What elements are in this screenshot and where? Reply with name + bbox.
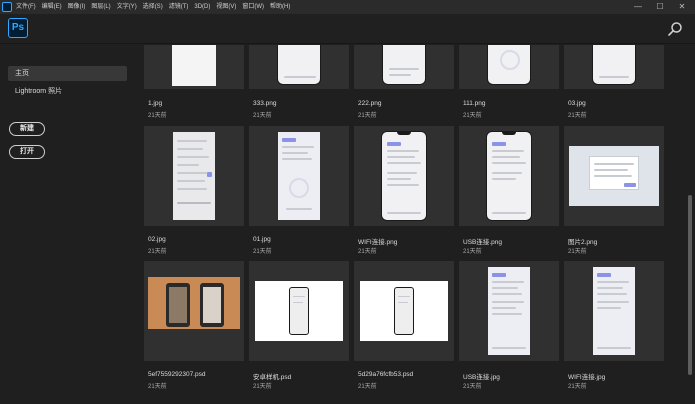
- file-name: USB连接.png: [463, 239, 503, 246]
- file-name: 01.jpg: [253, 236, 271, 243]
- search-icon: [668, 22, 682, 36]
- file-thumbnail: [249, 45, 349, 89]
- file-name: 1.jpg: [148, 100, 163, 107]
- photoshop-logo[interactable]: Ps: [8, 18, 28, 38]
- menu-bar: 文件(F) 编辑(E) 图像(I) 图层(L) 文字(Y) 选择(S) 滤镜(T…: [0, 0, 695, 14]
- file-name: 222.png: [358, 100, 382, 107]
- file-name: 02.jpg: [148, 236, 166, 243]
- maximize-button[interactable]: ☐: [649, 0, 671, 14]
- file-thumbnail: [354, 261, 454, 361]
- file-thumbnail: [459, 126, 559, 226]
- menu-file[interactable]: 文件(F): [16, 0, 36, 14]
- menu-help[interactable]: 帮助(H): [270, 0, 290, 14]
- file-name: 03.jpg: [568, 100, 586, 107]
- menu-view[interactable]: 视图(V): [216, 0, 236, 14]
- menu-layer[interactable]: 图层(L): [91, 0, 110, 14]
- file-name: WIFI连接.jpg: [568, 374, 606, 381]
- file-thumbnail: [354, 45, 454, 89]
- file-time: 21天前: [358, 384, 377, 390]
- search-button[interactable]: [667, 21, 683, 37]
- sidebar-item-lightroom[interactable]: Lightroom 照片: [8, 84, 127, 99]
- top-bar: Ps: [0, 14, 695, 44]
- file-thumbnail: [354, 126, 454, 226]
- file-name: USB连接.jpg: [463, 374, 500, 381]
- scrollbar-thumb[interactable]: [688, 195, 692, 375]
- menu-type[interactable]: 文字(Y): [117, 0, 137, 14]
- file-name: 111.png: [463, 100, 486, 107]
- recent-files-grid: 1.jpg 21天前 333.png 21天前 222.png 21天前 111…: [140, 45, 680, 400]
- close-button[interactable]: ✕: [671, 0, 693, 14]
- photoshop-small-icon[interactable]: [2, 2, 12, 12]
- file-time: 21天前: [148, 113, 167, 119]
- file-time: 21天前: [148, 249, 167, 255]
- file-thumbnail: [144, 261, 244, 361]
- minimize-button[interactable]: —: [627, 0, 649, 14]
- sidebar-item-home[interactable]: 主页: [8, 66, 127, 81]
- menu-edit[interactable]: 编辑(E): [42, 0, 62, 14]
- menu-image[interactable]: 图像(I): [68, 0, 86, 14]
- file-name: 5ef7559292307.psd: [148, 371, 206, 378]
- file-time: 21天前: [568, 249, 587, 255]
- menu-select[interactable]: 选择(S): [143, 0, 163, 14]
- file-thumbnail: [249, 261, 349, 361]
- file-time: 21天前: [148, 384, 167, 390]
- file-name: 图片2.png: [568, 239, 598, 246]
- file-time: 21天前: [463, 113, 482, 119]
- scrollbar[interactable]: [687, 45, 693, 400]
- sidebar: 主页 Lightroom 照片 新建 打开: [0, 45, 135, 400]
- new-button[interactable]: 新建: [9, 122, 45, 136]
- file-thumbnail: [459, 261, 559, 361]
- file-time: 21天前: [253, 249, 272, 255]
- file-name: 安卓样机.psd: [253, 374, 292, 381]
- menu-3d[interactable]: 3D(D): [194, 0, 210, 14]
- window-controls: — ☐ ✕: [627, 0, 693, 14]
- file-thumbnail: [564, 126, 664, 226]
- file-name: WIFI连接.png: [358, 239, 398, 246]
- file-name: 5d29a76fcfb53.psd: [358, 371, 414, 378]
- file-time: 21天前: [568, 384, 587, 390]
- file-name: 333.png: [253, 100, 277, 107]
- menu-window[interactable]: 窗口(W): [242, 0, 264, 14]
- file-time: 21天前: [358, 249, 377, 255]
- file-time: 21天前: [463, 249, 482, 255]
- file-thumbnail: [459, 45, 559, 89]
- open-button[interactable]: 打开: [9, 145, 45, 159]
- file-thumbnail: [564, 45, 664, 89]
- file-thumbnail: [564, 261, 664, 361]
- file-thumbnail: [144, 45, 244, 89]
- file-thumbnail: [249, 126, 349, 226]
- file-time: 21天前: [253, 113, 272, 119]
- file-thumbnail: [144, 126, 244, 226]
- file-time: 21天前: [253, 384, 272, 390]
- menu-filter[interactable]: 滤镜(T): [169, 0, 189, 14]
- file-time: 21天前: [463, 384, 482, 390]
- file-time: 21天前: [358, 113, 377, 119]
- file-time: 21天前: [568, 113, 587, 119]
